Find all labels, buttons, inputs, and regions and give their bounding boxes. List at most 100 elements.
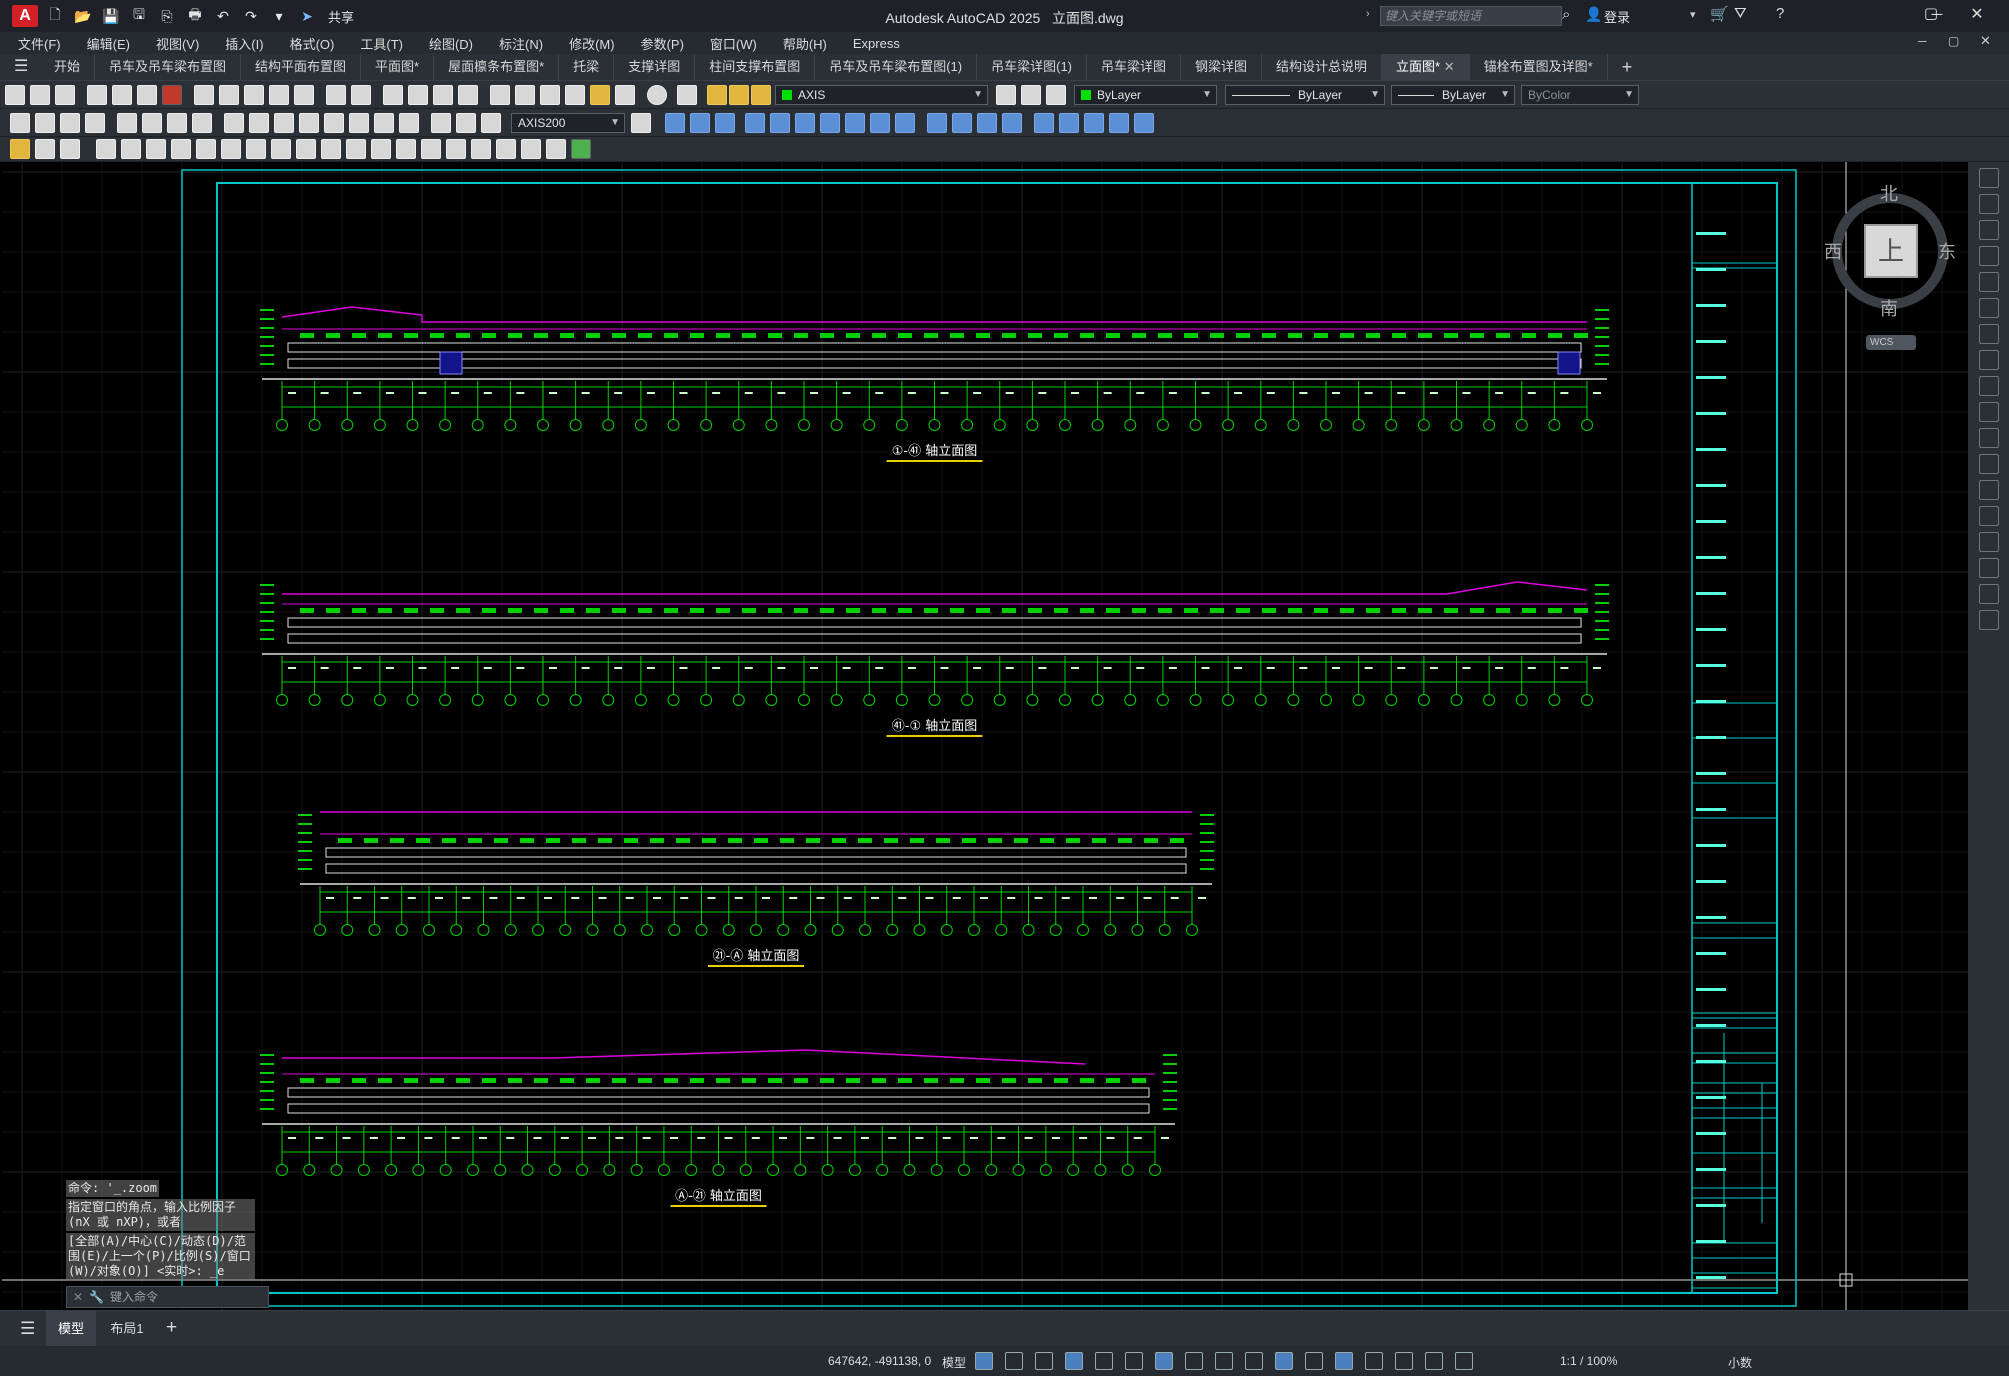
model-tab[interactable]: 模型 bbox=[46, 1311, 96, 1347]
layer-freeze-icon[interactable] bbox=[729, 84, 749, 105]
polyline-icon[interactable] bbox=[146, 139, 166, 159]
command-input[interactable]: ✕ 🔧 键入命令 bbox=[66, 1286, 269, 1308]
insert-block-icon[interactable] bbox=[371, 139, 391, 159]
login-button[interactable]: 登录 bbox=[1604, 7, 1630, 26]
match-properties-icon[interactable] bbox=[269, 84, 289, 105]
infer-toggle-icon[interactable] bbox=[1035, 1352, 1053, 1370]
model-space-toggle[interactable]: 模型 bbox=[942, 1354, 966, 1371]
isodraft-toggle-icon[interactable] bbox=[1125, 1352, 1143, 1370]
visual-style-icon[interactable] bbox=[927, 112, 947, 133]
snap-toggle-icon[interactable] bbox=[1005, 1352, 1023, 1370]
menu-item-0[interactable]: 文件(F) bbox=[0, 34, 74, 53]
restore-button[interactable]: ▢ bbox=[1916, 4, 1946, 26]
join-icon[interactable] bbox=[1978, 506, 1999, 526]
blend-icon[interactable] bbox=[1978, 584, 1999, 604]
file-tab-2[interactable]: 结构平面布置图 bbox=[241, 54, 362, 80]
view-right-icon[interactable] bbox=[745, 112, 765, 133]
file-tab-1[interactable]: 吊车及吊车梁布置图 bbox=[95, 54, 242, 80]
web-mobile-icon[interactable]: ⎘ bbox=[156, 6, 178, 26]
layouts-menu-icon[interactable]: ☰ bbox=[20, 1319, 35, 1339]
dim-text-edit-icon[interactable] bbox=[456, 112, 476, 133]
layer-on-icon[interactable] bbox=[707, 84, 727, 105]
doc-close-icon[interactable]: ✕ bbox=[1980, 33, 1991, 49]
ucs-previous-icon[interactable] bbox=[1084, 112, 1104, 133]
ellipse-arc-icon[interactable] bbox=[346, 139, 366, 159]
chamfer-icon[interactable] bbox=[1978, 532, 1999, 552]
transparency-toggle-icon[interactable] bbox=[1335, 1352, 1353, 1370]
rectangle-icon[interactable] bbox=[196, 139, 216, 159]
quick-access-dropdown-icon[interactable]: ▾ bbox=[268, 6, 290, 26]
draw-order-icon[interactable] bbox=[10, 139, 30, 159]
share-icon[interactable]: ➤ bbox=[296, 6, 318, 26]
doc-restore-icon[interactable]: ▢ bbox=[1948, 34, 1959, 48]
ucs-face-icon[interactable] bbox=[1109, 112, 1129, 133]
ortho-toggle-icon[interactable] bbox=[1065, 1352, 1083, 1370]
nw-iso-icon[interactable] bbox=[895, 112, 915, 133]
lineweight-combo[interactable]: ByLayer ▼ bbox=[1391, 84, 1515, 105]
menu-item-5[interactable]: 工具(T) bbox=[347, 34, 416, 53]
center-mark-icon[interactable] bbox=[374, 112, 394, 133]
view-left-icon[interactable] bbox=[715, 112, 735, 133]
file-tab-6[interactable]: 支撑详图 bbox=[614, 54, 696, 80]
file-tab-0[interactable]: 开始 bbox=[40, 54, 96, 80]
tolerance-icon[interactable] bbox=[349, 112, 369, 133]
search-icon[interactable]: ⌕ bbox=[1562, 6, 1570, 23]
coordinates-readout[interactable]: 647642, -491138, 0 bbox=[828, 1354, 931, 1368]
layer-properties-icon[interactable] bbox=[677, 84, 697, 105]
cart-icon[interactable]: 🛒 bbox=[1710, 5, 1729, 23]
grid-toggle-icon[interactable] bbox=[975, 1352, 993, 1370]
close-window-button[interactable]: ✕ bbox=[1962, 4, 1992, 26]
3dosnap-toggle-icon[interactable] bbox=[1185, 1352, 1203, 1370]
annotation-scale[interactable]: 1:1 / 100% bbox=[1560, 1354, 1617, 1368]
paste-icon[interactable] bbox=[244, 84, 264, 105]
polar-toggle-icon[interactable] bbox=[1095, 1352, 1113, 1370]
save-as-icon[interactable]: 🖫 bbox=[128, 6, 150, 26]
dim-update-icon[interactable] bbox=[481, 112, 501, 133]
color-combo[interactable]: ByLayer ▼ bbox=[1074, 84, 1217, 105]
circle-icon[interactable] bbox=[246, 139, 266, 159]
pan-icon[interactable] bbox=[383, 84, 403, 105]
gizmo-toggle-icon[interactable] bbox=[1395, 1352, 1413, 1370]
make-current-layer-icon[interactable] bbox=[996, 84, 1016, 105]
angular-dim-icon[interactable] bbox=[192, 112, 212, 133]
draw-tools-icon[interactable] bbox=[35, 139, 55, 159]
dimension-style-icon[interactable] bbox=[631, 112, 651, 133]
markup-icon[interactable] bbox=[590, 84, 610, 105]
file-tab-8[interactable]: 吊车及吊车梁布置图(1) bbox=[815, 54, 978, 80]
file-tab-7[interactable]: 柱间支撑布置图 bbox=[695, 54, 816, 80]
save-icon[interactable]: 💾 bbox=[100, 6, 122, 26]
copy-icon[interactable] bbox=[1978, 194, 1999, 214]
explode-icon[interactable] bbox=[1978, 610, 1999, 630]
add-selected-icon[interactable] bbox=[571, 139, 591, 159]
file-tab-13[interactable]: 立面图* ✕ bbox=[1382, 54, 1470, 80]
cart-dropdown-icon[interactable]: ▾ bbox=[1690, 8, 1696, 21]
hatch-icon[interactable] bbox=[446, 139, 466, 159]
menu-item-12[interactable]: Express bbox=[840, 36, 913, 51]
layer-states-icon[interactable] bbox=[1046, 84, 1066, 105]
gradient-icon[interactable] bbox=[471, 139, 491, 159]
se-iso-icon[interactable] bbox=[845, 112, 865, 133]
menu-item-8[interactable]: 修改(M) bbox=[556, 34, 628, 53]
tool-palettes-icon[interactable] bbox=[540, 84, 560, 105]
menu-item-11[interactable]: 帮助(H) bbox=[770, 34, 840, 53]
extend-icon[interactable] bbox=[1978, 428, 1999, 448]
baseline-dim-icon[interactable] bbox=[249, 112, 269, 133]
viewcube-north[interactable]: 北 bbox=[1880, 180, 1898, 206]
save-file-icon[interactable] bbox=[55, 84, 75, 105]
3d-print-icon[interactable] bbox=[162, 84, 182, 105]
sheet-set-icon[interactable] bbox=[565, 84, 585, 105]
expand-arrow-icon[interactable]: › bbox=[1366, 8, 1370, 20]
file-tab-9[interactable]: 吊车梁详图(1) bbox=[977, 54, 1087, 80]
erase-icon[interactable] bbox=[1978, 168, 1999, 188]
file-tab-12[interactable]: 结构设计总说明 bbox=[1262, 54, 1383, 80]
hamburger-menu-icon[interactable]: ☰ bbox=[0, 54, 40, 80]
zoom-realtime-icon[interactable] bbox=[408, 84, 428, 105]
plot-icon[interactable]: 🖶 bbox=[184, 6, 206, 26]
realistic-icon[interactable] bbox=[977, 112, 997, 133]
plot-toolbar-icon[interactable] bbox=[87, 84, 107, 105]
autodesk-a360-icon[interactable]: ⛛ bbox=[1734, 5, 1747, 22]
design-center-icon[interactable] bbox=[515, 84, 535, 105]
make-block-icon[interactable] bbox=[396, 139, 416, 159]
new-tab-icon[interactable]: + bbox=[1608, 54, 1647, 80]
copy-icon[interactable] bbox=[219, 84, 239, 105]
